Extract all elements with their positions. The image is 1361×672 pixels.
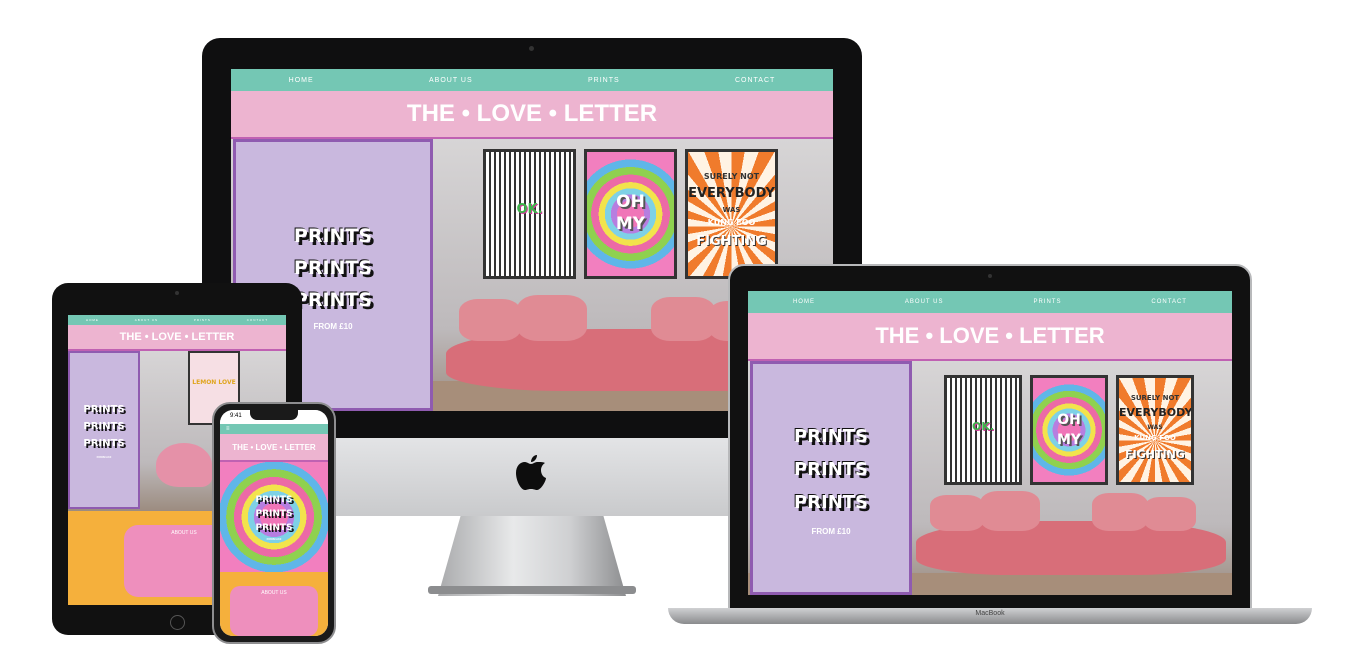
laptop-mockup: MacBook HOME ABOUT US PRINTS CONTACT THE… [668, 264, 1312, 630]
nav-about[interactable]: ABOUT US [429, 77, 473, 84]
desktop-banner: THE • LOVE • LETTER [231, 91, 833, 139]
poster-sunburst-text-4: KUNG FOO [707, 218, 756, 227]
poster-stripes-text: OK. [516, 202, 543, 217]
poster-waves-text-1: OH [616, 192, 645, 212]
poster-sunburst-text-5: FIGHTING [696, 234, 767, 249]
laptop-screen: HOME ABOUT US PRINTS CONTACT THE • LOVE … [748, 291, 1232, 595]
poster-stripes[interactable]: OK. [944, 375, 1022, 485]
nav-about[interactable]: ABOUT US [905, 299, 944, 305]
poster-sunburst-text-5: FIGHTING [1125, 448, 1185, 461]
hero-word: PRINTS [255, 495, 293, 505]
desktop-stand [438, 516, 626, 596]
sofa-cushion [930, 495, 984, 531]
tablet-hero-card: PRINTS PRINTS PRINTS FROM £10 [68, 351, 140, 509]
poster-sunburst-text-1: SURELY NOT [1130, 394, 1180, 402]
hero-word: PRINTS [293, 256, 373, 279]
phone-notch [250, 410, 298, 420]
hero-word: PRINTS [255, 509, 293, 519]
hero-word: PRINTS [255, 523, 293, 533]
poster-sunburst[interactable]: SURELY NOT EVERYBODY WAS KUNG FOO FIGHTI… [685, 149, 778, 279]
laptop-camera [988, 274, 992, 278]
hero-word: PRINTS [293, 288, 373, 311]
site-title: THE • LOVE • LETTER [875, 323, 1105, 348]
sofa-cushion [980, 491, 1040, 531]
laptop-label: MacBook [975, 610, 1005, 617]
desktop-stand-base [428, 586, 636, 594]
poster-sunburst-text-2: EVERYBODY [1119, 406, 1193, 419]
sofa-cushion [459, 299, 521, 341]
poster-waves-text-1: OH [1057, 412, 1081, 428]
tablet-home-button[interactable] [170, 615, 185, 630]
nav-prints[interactable]: PRINTS [1033, 299, 1061, 305]
poster-sunburst[interactable]: SURELY NOT EVERYBODY WAS KUNG FOO FIGHTI… [1116, 375, 1194, 485]
about-title: ABOUT US [261, 590, 287, 596]
tablet-poster-text: LEMON LOVE [192, 379, 236, 386]
site-title: THE • LOVE • LETTER [119, 331, 235, 343]
desktop-camera [529, 46, 534, 51]
hero-word: PRINTS [83, 404, 125, 415]
apple-logo-icon [515, 454, 547, 492]
phone-nav: ≡ [220, 424, 328, 434]
desktop-nav: HOME ABOUT US PRINTS CONTACT [231, 69, 833, 91]
phone-time: 9:41 [230, 413, 242, 419]
nav-contact[interactable]: CONTACT [735, 77, 775, 84]
hero-word: PRINTS [83, 438, 125, 449]
poster-waves[interactable]: OH MY [584, 149, 677, 279]
poster-sunburst-text-3: WAS [1147, 424, 1163, 431]
hero-word: PRINTS [793, 459, 869, 480]
hero-word: PRINTS [793, 426, 869, 447]
sofa-cushion [1092, 493, 1148, 531]
tablet-camera [175, 291, 179, 295]
laptop-hero-card: PRINTS PRINTS PRINTS FROM £10 [750, 361, 912, 595]
poster-sunburst-text-4: KUNG FOO [1134, 434, 1176, 442]
hero-word: PRINTS [83, 421, 125, 432]
site-title: THE • LOVE • LETTER [406, 100, 658, 127]
phone-mockup: 9:41 ≡ THE • LOVE • LETTER PRINTS PRINTS… [212, 402, 336, 644]
hero-price: FROM £10 [313, 321, 353, 331]
tablet-nav: HOME ABOUT US PRINTS CONTACT [68, 315, 286, 325]
nav-home[interactable]: HOME [793, 299, 815, 305]
laptop-banner: THE • LOVE • LETTER [748, 313, 1232, 361]
poster-sunburst-text-2: EVERYBODY [688, 186, 775, 201]
tablet-banner: THE • LOVE • LETTER [68, 325, 286, 351]
phone-banner: THE • LOVE • LETTER [220, 434, 328, 462]
poster-sunburst-text-3: WAS [722, 206, 741, 214]
hero-word: PRINTS [293, 224, 373, 247]
poster-stripes[interactable]: OK. [483, 149, 576, 279]
sofa-cushion [517, 295, 587, 341]
about-card: ABOUT US [230, 586, 318, 636]
nav-contact[interactable]: CONTACT [1151, 299, 1187, 305]
sofa-cushion [1144, 497, 1196, 531]
phone-status-bar: 9:41 [220, 410, 328, 424]
laptop-hero: OK. OH MY SURELY NOT EVERYBODY WAS KUNG … [748, 361, 1232, 595]
site-title: THE • LOVE • LETTER [232, 442, 316, 452]
poster-waves-text-2: MY [1056, 432, 1082, 448]
nav-prints[interactable]: PRINTS [588, 77, 620, 84]
laptop-nav: HOME ABOUT US PRINTS CONTACT [748, 291, 1232, 313]
nav-contact[interactable]: CONTACT [247, 318, 268, 322]
poster-sunburst-text-1: SURELY NOT [703, 172, 760, 181]
poster-waves[interactable]: OH MY [1030, 375, 1108, 485]
menu-icon[interactable]: ≡ [226, 424, 231, 434]
pink-chair [156, 443, 212, 487]
phone-about-section: ABOUT US [220, 572, 328, 636]
nav-home[interactable]: HOME [289, 77, 314, 84]
poster-stripes-text: OK. [971, 420, 995, 433]
phone-hero: PRINTS PRINTS PRINTS FROM £10 [220, 462, 328, 572]
poster-waves-text-2: MY [615, 214, 646, 234]
nav-about[interactable]: ABOUT US [135, 318, 158, 322]
nav-prints[interactable]: PRINTS [194, 318, 211, 322]
hero-price: FROM £10 [96, 455, 112, 459]
hero-word: PRINTS [793, 492, 869, 513]
hero-price: FROM £10 [811, 527, 851, 536]
nav-home[interactable]: HOME [86, 318, 99, 322]
hero-price: FROM £10 [266, 537, 282, 541]
phone-screen: 9:41 ≡ THE • LOVE • LETTER PRINTS PRINTS… [220, 410, 328, 636]
